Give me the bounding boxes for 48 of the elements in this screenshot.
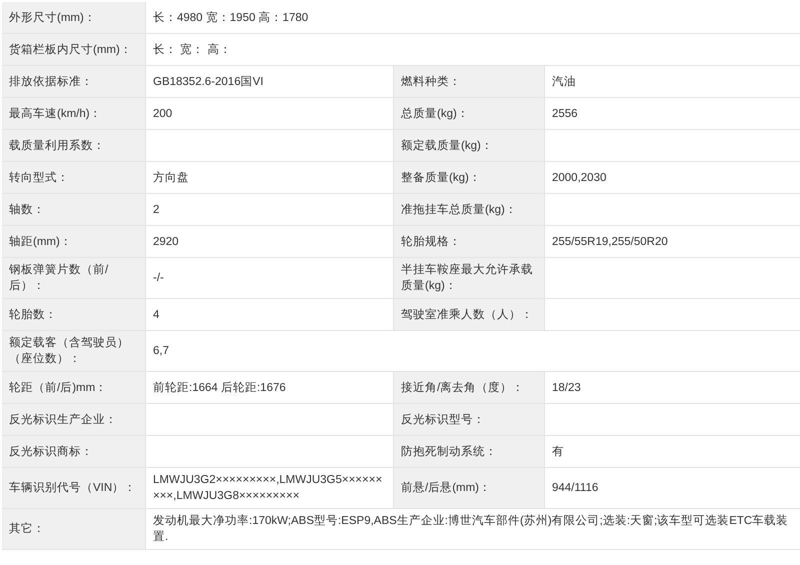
- label-cell: 最高车速(km/h)：: [2, 98, 145, 129]
- value-cell: 汽油: [545, 66, 800, 97]
- value-cell: 前轮距:1664 后轮距:1676: [146, 372, 393, 403]
- value-cell: 4: [146, 299, 393, 330]
- label-cell: 驾驶室准乘人数（人）：: [394, 299, 544, 330]
- label-cell: 反光标识商标：: [2, 436, 145, 467]
- value-cell: LMWJU3G2×××××××××,LMWJU3G5×××××××××,LMWJU3G8×××××××××: [146, 468, 393, 508]
- label-cell: 货箱栏板内尺寸(mm)：: [2, 34, 145, 65]
- value-cell: 2: [146, 194, 393, 225]
- value-cell: 2556: [545, 98, 800, 129]
- value-cell: 2000,2030: [545, 162, 800, 193]
- label-cell: 排放依据标准：: [2, 66, 145, 97]
- label-cell: 额定载客（含驾驶员）（座位数）：: [2, 331, 145, 371]
- label-cell: 燃料种类：: [394, 66, 544, 97]
- value-cell: 255/55R19,255/50R20: [545, 226, 800, 257]
- label-cell: 反光标识生产企业：: [2, 404, 145, 435]
- value-cell: 有: [545, 436, 800, 467]
- value-cell: 200: [146, 98, 393, 129]
- value-cell: 6,7: [146, 331, 800, 371]
- label-cell: 整备质量(kg)：: [394, 162, 544, 193]
- value-cell: 长： 宽： 高：: [146, 34, 800, 65]
- value-cell: GB18352.6-2016国VI: [146, 66, 393, 97]
- label-cell: 其它：: [2, 509, 145, 549]
- label-cell: 反光标识型号：: [394, 404, 544, 435]
- label-cell: 额定载质量(kg)：: [394, 130, 544, 161]
- label-cell: 载质量利用系数：: [2, 130, 145, 161]
- value-cell: -/-: [146, 258, 393, 298]
- label-cell: 转向型式：: [2, 162, 145, 193]
- label-cell: 总质量(kg)：: [394, 98, 544, 129]
- value-cell: 方向盘: [146, 162, 393, 193]
- label-cell: 半挂车鞍座最大允许承载质量(kg)：: [394, 258, 544, 298]
- label-cell: 轮胎数：: [2, 299, 145, 330]
- label-cell: 轮距（前/后)mm：: [2, 372, 145, 403]
- label-cell: 钢板弹簧片数（前/后）：: [2, 258, 145, 298]
- label-cell: 外形尺寸(mm)：: [2, 2, 145, 33]
- label-cell: 接近角/离去角（度）：: [394, 372, 544, 403]
- label-cell: 准拖挂车总质量(kg)：: [394, 194, 544, 225]
- label-cell: 防抱死制动系统：: [394, 436, 544, 467]
- label-cell: 轴数：: [2, 194, 145, 225]
- label-cell: 前悬/后悬(mm)：: [394, 468, 544, 508]
- value-cell: 18/23: [545, 372, 800, 403]
- label-cell: 轴距(mm)：: [2, 226, 145, 257]
- label-cell: 车辆识别代号（VIN）：: [2, 468, 145, 508]
- label-cell: 轮胎规格：: [394, 226, 544, 257]
- value-cell: 944/1116: [545, 468, 800, 508]
- value-cell: 2920: [146, 226, 393, 257]
- value-cell: 发动机最大净功率:170kW;ABS型号:ESP9,ABS生产企业:博世汽车部件(苏州)有限公司;选装:天窗;该车型可选装ETC车载装置.: [146, 509, 800, 549]
- value-cell: 长：4980 宽：1950 高：1780: [146, 2, 800, 33]
